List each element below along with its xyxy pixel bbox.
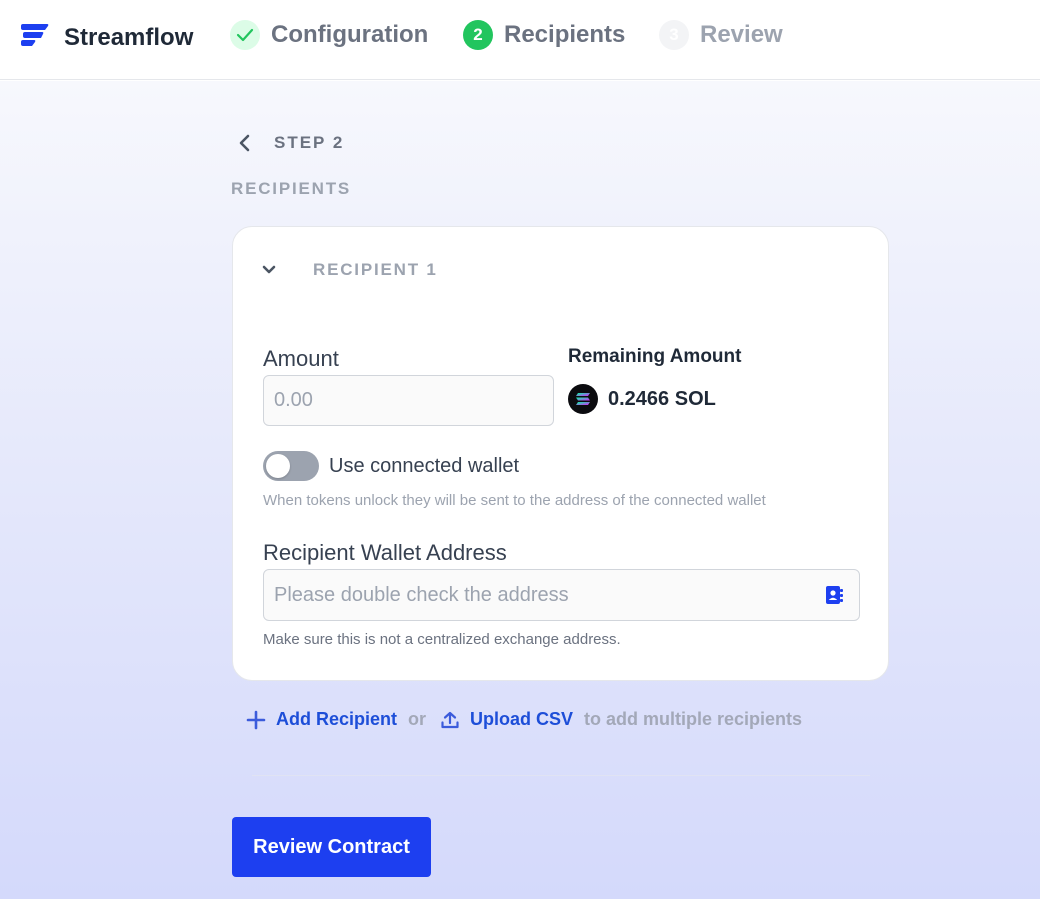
divider xyxy=(252,775,870,776)
step-number-badge: 3 xyxy=(659,20,689,50)
step-label: Recipients xyxy=(504,21,626,48)
step-title: STEP 2 xyxy=(274,133,345,152)
connected-wallet-toggle-row: Use connected wallet xyxy=(263,451,519,481)
wallet-address-field xyxy=(263,569,860,621)
remaining-amount-value: 0.2466 SOL xyxy=(608,387,716,410)
wallet-address-input[interactable] xyxy=(264,570,814,620)
amount-input[interactable] xyxy=(263,375,554,426)
streamflow-logo-icon xyxy=(21,24,49,46)
step-recipients[interactable]: 2 Recipients xyxy=(463,20,625,50)
multiple-recipients-hint: to add multiple recipients xyxy=(584,709,803,729)
remaining-amount-label: Remaining Amount xyxy=(568,346,742,367)
recipient-title: RECIPIENT 1 xyxy=(313,260,438,279)
or-separator: or xyxy=(408,709,427,729)
step-number-badge: 2 xyxy=(463,20,493,50)
main-content: STEP 2 RECIPIENTS RECIPIENT 1 Amount Rem… xyxy=(0,81,1040,899)
solana-token-icon xyxy=(568,384,598,414)
upload-csv-button[interactable]: Upload CSV xyxy=(440,709,573,730)
step-label: Configuration xyxy=(271,21,429,48)
connected-wallet-help: When tokens unlock they will be sent to … xyxy=(263,492,766,509)
connected-wallet-toggle[interactable] xyxy=(263,451,319,481)
upload-csv-label: Upload CSV xyxy=(470,709,574,729)
chevron-down-icon xyxy=(262,265,276,274)
upload-icon xyxy=(441,711,459,728)
wallet-address-label: Recipient Wallet Address xyxy=(263,540,507,565)
amount-label: Amount xyxy=(263,346,339,371)
recipient-actions: Add Recipient or Upload CSV to add multi… xyxy=(246,709,802,730)
toggle-knob xyxy=(266,454,290,478)
connected-wallet-label: Use connected wallet xyxy=(329,454,520,477)
checkmark-icon xyxy=(236,28,254,42)
brand-name: Streamflow xyxy=(64,24,194,51)
section-title: RECIPIENTS xyxy=(231,179,352,198)
recipient-card: RECIPIENT 1 Amount Remaining Amount xyxy=(232,226,889,681)
plus-icon xyxy=(246,710,266,729)
top-navigation-bar: Streamflow Configuration 2 Recipients 3 … xyxy=(0,0,1040,80)
brand[interactable]: Streamflow xyxy=(20,22,193,51)
chevron-left-icon[interactable] xyxy=(236,133,252,153)
add-recipient-button[interactable]: Add Recipient xyxy=(246,709,397,730)
address-book-icon[interactable] xyxy=(824,584,844,606)
wallet-address-help: Make sure this is not a centralized exch… xyxy=(263,631,621,648)
step-review[interactable]: 3 Review xyxy=(659,20,783,50)
step-configuration[interactable]: Configuration xyxy=(230,20,428,50)
step-label: Review xyxy=(700,21,783,48)
step-header: STEP 2 xyxy=(236,133,344,153)
recipient-collapse-toggle[interactable]: RECIPIENT 1 xyxy=(261,260,438,280)
step-complete-badge xyxy=(230,20,260,50)
remaining-amount: 0.2466 SOL xyxy=(568,384,716,414)
review-contract-button[interactable]: Review Contract xyxy=(232,817,431,877)
add-recipient-label: Add Recipient xyxy=(276,709,398,729)
